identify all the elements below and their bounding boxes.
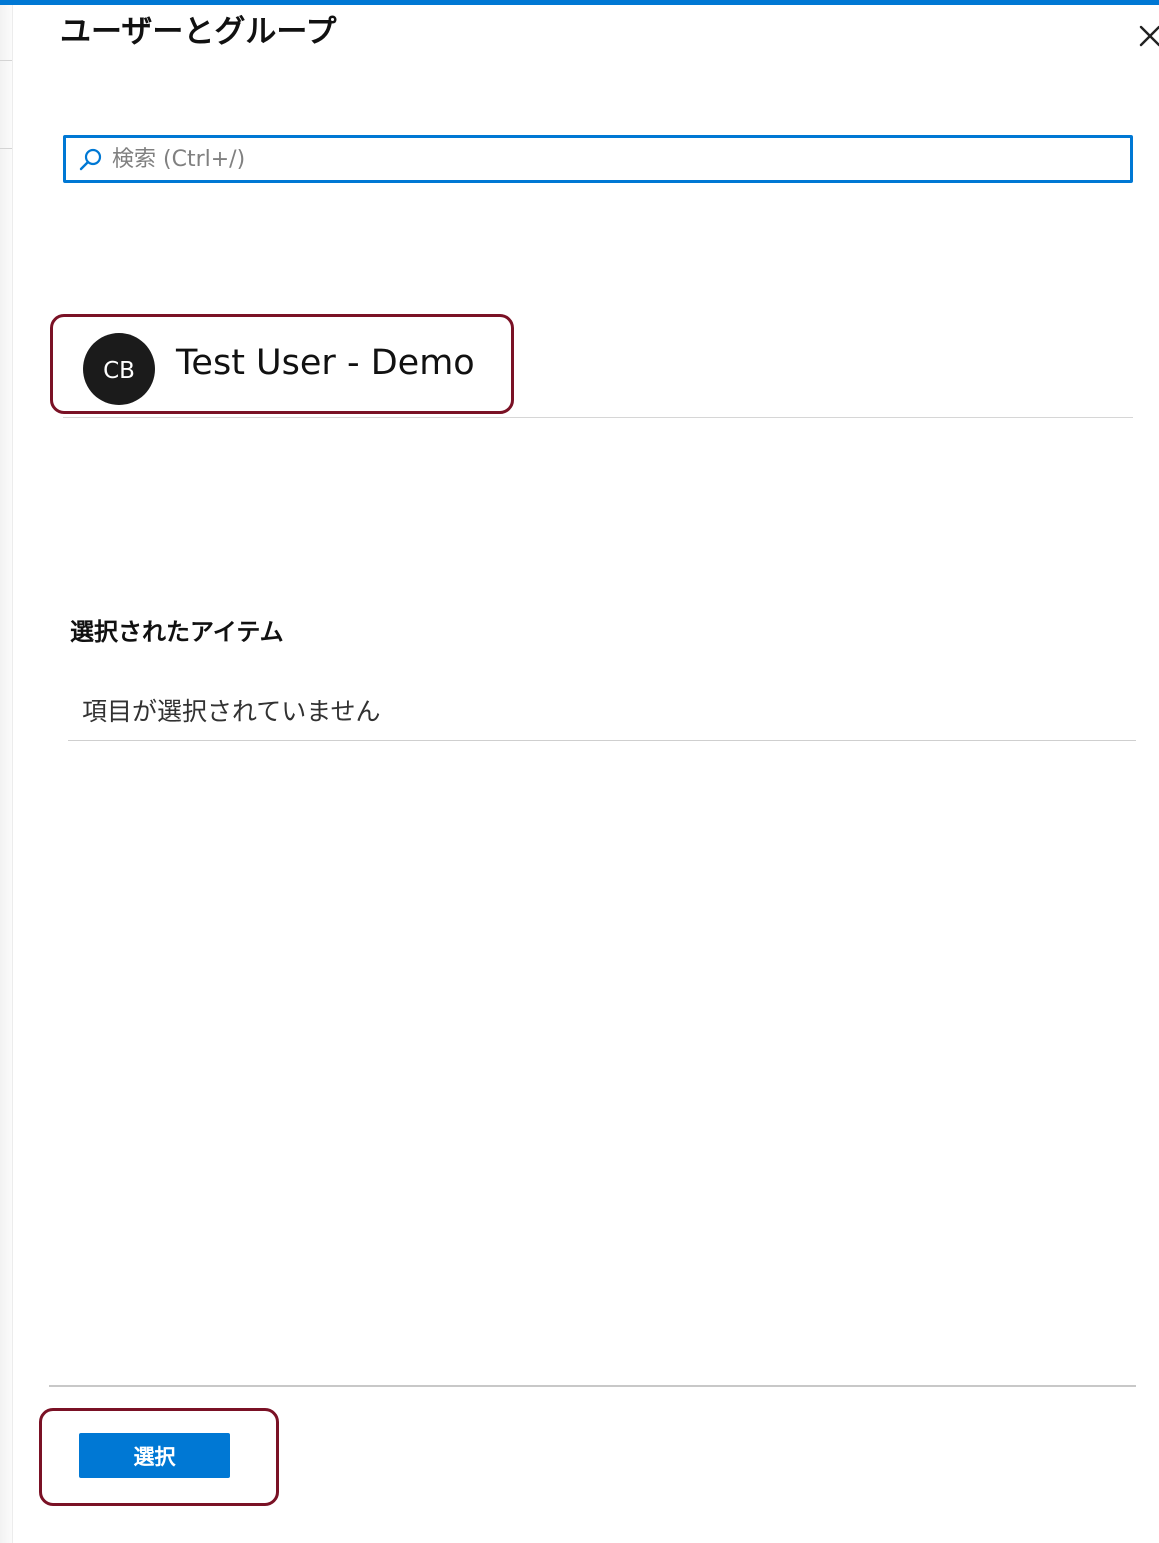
close-button[interactable] xyxy=(1132,18,1159,52)
footer-divider xyxy=(49,1385,1136,1387)
user-item-highlight xyxy=(50,314,514,414)
search-input[interactable] xyxy=(110,140,1122,178)
close-icon xyxy=(1139,25,1159,47)
background-divider xyxy=(0,60,12,61)
background-blade-edge xyxy=(0,5,13,1543)
top-accent-bar xyxy=(0,0,1159,5)
panel-title: ユーザーとグループ xyxy=(60,14,337,50)
search-box[interactable] xyxy=(63,135,1133,183)
selected-items-heading: 選択されたアイテム xyxy=(70,618,284,646)
selected-items-empty-text: 項目が選択されていません xyxy=(82,697,381,726)
search-icon xyxy=(79,148,102,171)
select-button-highlight xyxy=(39,1408,279,1506)
background-divider xyxy=(0,148,12,149)
selected-items-divider xyxy=(68,740,1136,741)
